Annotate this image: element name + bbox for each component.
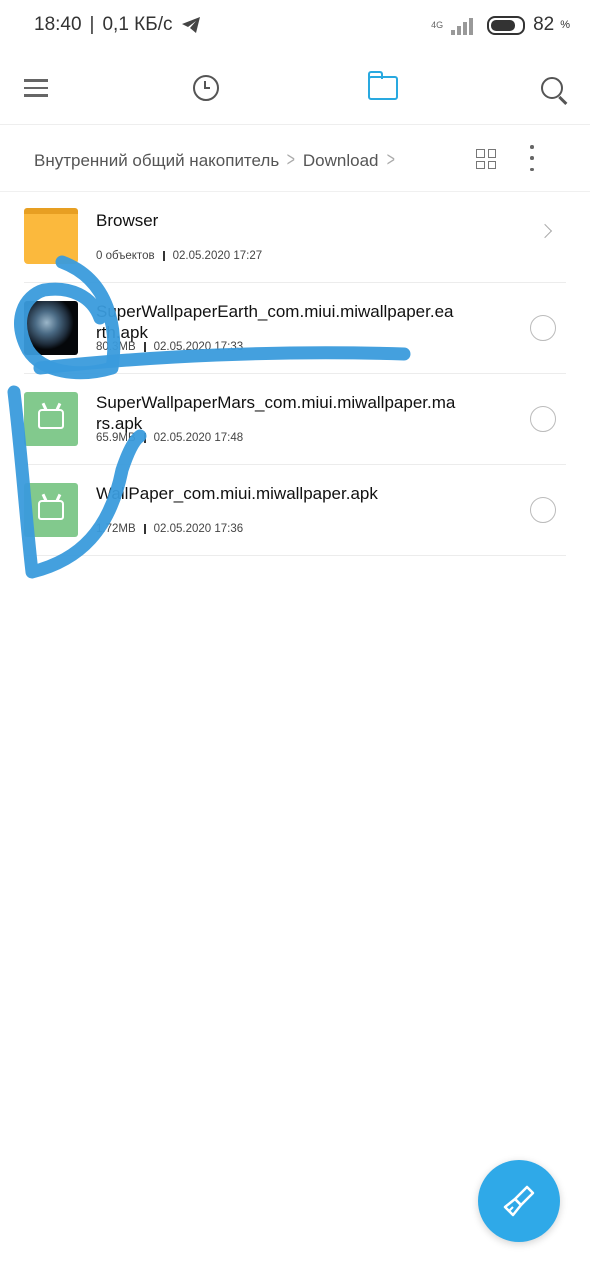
list-item[interactable]: SuperWallpaperEarth_com.miui.miwallpaper… (24, 283, 566, 374)
battery-level: 82 (533, 14, 555, 35)
battery-icon (487, 15, 526, 35)
status-right: 4G 82 % (431, 14, 570, 36)
folder-thumbnail-icon (24, 208, 78, 264)
android-apk-icon (24, 483, 78, 537)
battery-unit: % (560, 19, 570, 31)
chevron-right-icon: > (386, 149, 395, 171)
file-date: 02.05.2020 17:36 (153, 523, 244, 535)
select-checkbox[interactable] (530, 406, 556, 432)
clean-brush-icon (503, 1185, 535, 1217)
file-date: 02.05.2020 17:27 (172, 250, 263, 262)
item-count: 0 объектов (96, 250, 155, 262)
file-meta: 1.72MB 02.05.2020 17:36 (96, 523, 243, 535)
android-apk-icon (24, 392, 78, 446)
file-name: WallPaper_com.miui.miwallpaper.apk (96, 484, 378, 503)
chevron-right-icon (537, 223, 553, 239)
select-checkbox[interactable] (530, 497, 556, 523)
history-tab[interactable] (184, 66, 228, 110)
file-name: Browser (96, 211, 159, 230)
file-meta: 80.3MB 02.05.2020 17:33 (96, 341, 243, 353)
signal-icon (451, 15, 479, 35)
chevron-right-icon: > (286, 149, 296, 171)
file-size: 80.3MB (96, 341, 136, 353)
search-icon (541, 77, 563, 99)
file-meta: 65.9MB 02.05.2020 17:48 (96, 432, 243, 444)
clean-button[interactable] (478, 1160, 560, 1242)
list-item[interactable]: SuperWallpaperMars_com.miui.miwallpaper.… (24, 374, 566, 465)
status-bar: 18:40 | 0,1 КБ/с 4G 82 % (0, 0, 590, 52)
breadcrumb-bar: Внутренний общий накопитель > Download > (0, 125, 590, 192)
earth-thumbnail-icon (24, 301, 78, 355)
file-date: 02.05.2020 17:33 (153, 341, 244, 353)
clock-icon (193, 75, 219, 101)
file-name: SuperWallpaperMars_com.miui.miwallpaper.… (96, 393, 456, 433)
select-checkbox[interactable] (530, 315, 556, 341)
menu-icon[interactable] (14, 66, 58, 110)
grid-view-icon[interactable] (476, 149, 496, 169)
files-tab[interactable] (361, 66, 405, 110)
list-item[interactable]: WallPaper_com.miui.miwallpaper.apk 1.72M… (24, 465, 566, 556)
file-list: Browser 0 объектов 02.05.2020 17:27 Supe… (24, 192, 566, 556)
file-size: 1.72MB (96, 523, 136, 535)
status-left: 18:40 | 0,1 КБ/с (34, 14, 201, 36)
file-size: 65.9MB (96, 432, 136, 444)
search-button[interactable] (530, 66, 574, 110)
file-name: SuperWallpaperEarth_com.miui.miwallpaper… (96, 302, 454, 342)
status-net-speed: 0,1 КБ/с (102, 14, 173, 35)
network-type: 4G (431, 20, 444, 30)
status-time: 18:40 (34, 14, 82, 35)
folder-icon (367, 71, 398, 100)
breadcrumb-current[interactable]: Download (303, 151, 379, 171)
list-item[interactable]: Browser 0 объектов 02.05.2020 17:27 (24, 192, 566, 283)
more-options-icon[interactable] (526, 145, 538, 171)
breadcrumb-root[interactable]: Внутренний общий накопитель (34, 151, 279, 171)
file-meta: 0 объектов 02.05.2020 17:27 (96, 250, 262, 262)
telegram-icon (181, 17, 200, 33)
file-date: 02.05.2020 17:48 (153, 432, 244, 444)
top-toolbar (0, 52, 590, 125)
breadcrumb: Внутренний общий накопитель > Download > (34, 149, 402, 172)
